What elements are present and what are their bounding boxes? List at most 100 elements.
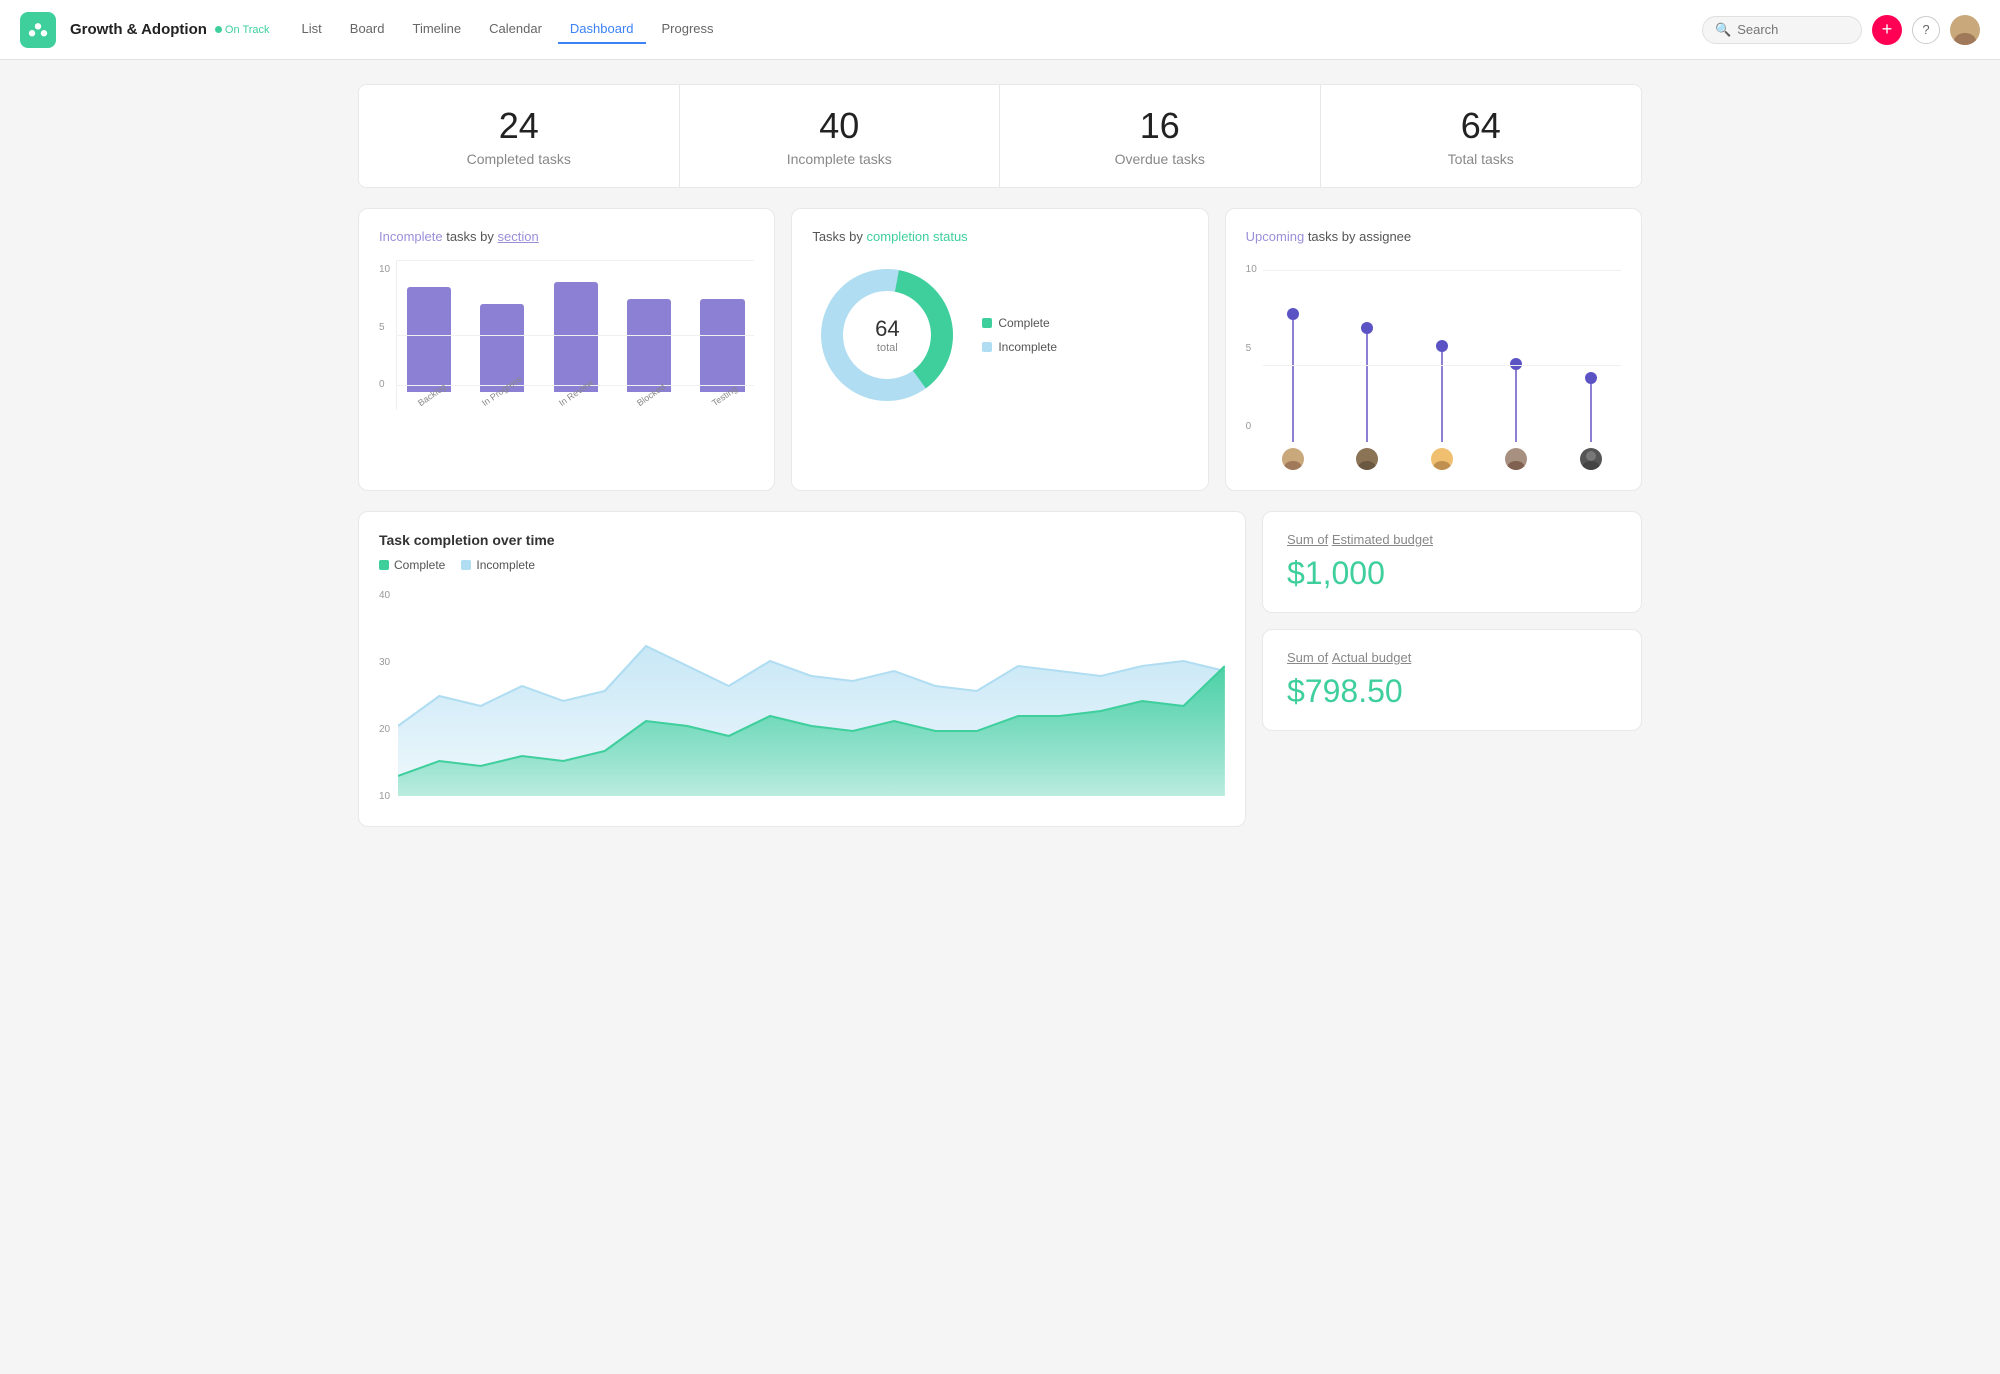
- budget-estimated-label: Sum of Estimated budget: [1287, 532, 1617, 547]
- search-icon: 🔍: [1715, 22, 1731, 38]
- lolly-4: [1486, 358, 1546, 470]
- stat-completed-label: Completed tasks: [379, 151, 659, 167]
- title-tasks-by-assignee: tasks by assignee: [1308, 229, 1411, 244]
- lolly-3: [1412, 340, 1472, 470]
- bar-inprogress: In Progress: [471, 304, 534, 410]
- area-legend-complete: Complete: [379, 558, 445, 572]
- search-box[interactable]: 🔍: [1702, 16, 1862, 44]
- stat-completed: 24 Completed tasks: [359, 85, 680, 187]
- area-chart-title: Task completion over time: [379, 532, 1225, 548]
- tab-dashboard[interactable]: Dashboard: [558, 15, 646, 44]
- nav-tabs: List Board Timeline Calendar Dashboard P…: [290, 15, 726, 44]
- budget-cards: Sum of Estimated budget $1,000 Sum of Ac…: [1262, 511, 1642, 827]
- bar-backlog: Backlog: [397, 287, 460, 410]
- project-info: Growth & Adoption On Track: [70, 21, 270, 38]
- title-tasks-by: tasks by: [446, 229, 497, 244]
- tab-calendar[interactable]: Calendar: [477, 15, 554, 44]
- completion-status-title: Tasks by completion status: [812, 229, 1187, 244]
- area-chart-card: Task completion over time Complete Incom…: [358, 511, 1246, 827]
- lolly-1-stem: [1292, 320, 1294, 442]
- stat-completed-number: 24: [379, 105, 659, 147]
- bar-chart-bars: Backlog In Progress In Review Block: [396, 260, 754, 410]
- lolly-2: [1337, 322, 1397, 470]
- title-tasks-by2: Tasks by: [812, 229, 866, 244]
- incomplete-by-section-title: Incomplete tasks by section: [379, 229, 754, 244]
- tab-list[interactable]: List: [290, 15, 334, 44]
- budget-estimated-amount: $1,000: [1287, 555, 1617, 592]
- header-actions: 🔍 + ?: [1702, 15, 1980, 45]
- add-button[interactable]: +: [1872, 15, 1902, 45]
- area-legend: Complete Incomplete: [379, 558, 1225, 572]
- budget-actual-link[interactable]: Actual budget: [1332, 650, 1412, 665]
- stat-total: 64 Total tasks: [1321, 85, 1642, 187]
- lolly-5-stem: [1590, 384, 1592, 442]
- lolly-5-dot: [1585, 372, 1597, 384]
- stats-row: 24 Completed tasks 40 Incomplete tasks 1…: [358, 84, 1642, 188]
- lolly-3-dot: [1436, 340, 1448, 352]
- upcoming-by-assignee-title: Upcoming tasks by assignee: [1246, 229, 1621, 244]
- donut-container: 64 total Complete Incomplete: [812, 260, 1187, 410]
- area-chart-svg: [398, 586, 1225, 796]
- bar-blocked-fill: [627, 299, 671, 392]
- help-button[interactable]: ?: [1912, 16, 1940, 44]
- lolly-4-avatar: [1505, 448, 1527, 470]
- stat-overdue-number: 16: [1020, 105, 1300, 147]
- lolly-5: [1561, 372, 1621, 470]
- lollipop-gridline1: [1263, 270, 1621, 271]
- lolly-4-stem: [1515, 370, 1517, 442]
- bar-backlog-fill: [407, 287, 451, 392]
- bar-testing-fill: [700, 299, 744, 392]
- upcoming-by-assignee-card: Upcoming tasks by assignee 10 5 0: [1225, 208, 1642, 491]
- avatar: [1950, 15, 1980, 45]
- tab-timeline[interactable]: Timeline: [400, 15, 473, 44]
- lolly-2-avatar: [1356, 448, 1378, 470]
- area-chart-wrap: 40 30 20 10: [379, 586, 1225, 806]
- bar-inreview: In Review: [544, 282, 607, 410]
- title-upcoming: Upcoming: [1246, 229, 1305, 244]
- title-section: section: [498, 229, 539, 244]
- status-badge: On Track: [215, 24, 270, 36]
- area-legend-incomplete-dot: [461, 560, 471, 570]
- tab-board[interactable]: Board: [338, 15, 397, 44]
- bar-testing: Testing: [691, 299, 754, 410]
- budget-estimated-link[interactable]: Estimated budget: [1332, 532, 1433, 547]
- stat-total-number: 64: [1341, 105, 1622, 147]
- lollipop-chart: 10 5 0: [1246, 260, 1621, 470]
- title-completion-status: completion status: [867, 229, 968, 244]
- status-dot: [215, 26, 222, 33]
- lollipop-bars: [1263, 260, 1621, 470]
- lolly-1-dot: [1287, 308, 1299, 320]
- search-input[interactable]: [1737, 22, 1849, 37]
- tab-progress[interactable]: Progress: [650, 15, 726, 44]
- stat-incomplete: 40 Incomplete tasks: [680, 85, 1001, 187]
- project-title: Growth & Adoption On Track: [70, 21, 270, 38]
- stat-overdue: 16 Overdue tasks: [1000, 85, 1321, 187]
- legend-incomplete-dot: [982, 342, 992, 352]
- header: Growth & Adoption On Track List Board Ti…: [0, 0, 2000, 60]
- lolly-4-dot: [1510, 358, 1522, 370]
- completion-status-card: Tasks by completion status 64 total: [791, 208, 1208, 491]
- stat-incomplete-label: Incomplete tasks: [700, 151, 980, 167]
- budget-estimated-card: Sum of Estimated budget $1,000: [1262, 511, 1642, 613]
- budget-actual-label: Sum of Actual budget: [1287, 650, 1617, 665]
- area-yaxis: 40 30 20 10: [379, 586, 398, 806]
- title-incomplete: Incomplete: [379, 229, 443, 244]
- charts-row: Incomplete tasks by section 10 5 0: [358, 208, 1642, 491]
- gridline-mid: [397, 335, 754, 336]
- donut-center: 64 total: [875, 316, 899, 354]
- bar-chart: 10 5 0 Backlog: [379, 260, 754, 440]
- lolly-3-avatar: [1431, 448, 1453, 470]
- lollipop-gridline2: [1263, 365, 1621, 366]
- main-content: 24 Completed tasks 40 Incomplete tasks 1…: [330, 60, 1670, 851]
- area-legend-incomplete: Incomplete: [461, 558, 535, 572]
- lolly-1: [1263, 308, 1323, 470]
- donut-total-number: 64: [875, 316, 899, 342]
- stat-incomplete-number: 40: [700, 105, 980, 147]
- budget-actual-amount: $798.50: [1287, 673, 1617, 710]
- lolly-2-stem: [1366, 334, 1368, 442]
- stat-overdue-label: Overdue tasks: [1020, 151, 1300, 167]
- lolly-1-avatar: [1282, 448, 1304, 470]
- lolly-5-avatar: [1580, 448, 1602, 470]
- budget-actual-card: Sum of Actual budget $798.50: [1262, 629, 1642, 731]
- incomplete-by-section-card: Incomplete tasks by section 10 5 0: [358, 208, 775, 491]
